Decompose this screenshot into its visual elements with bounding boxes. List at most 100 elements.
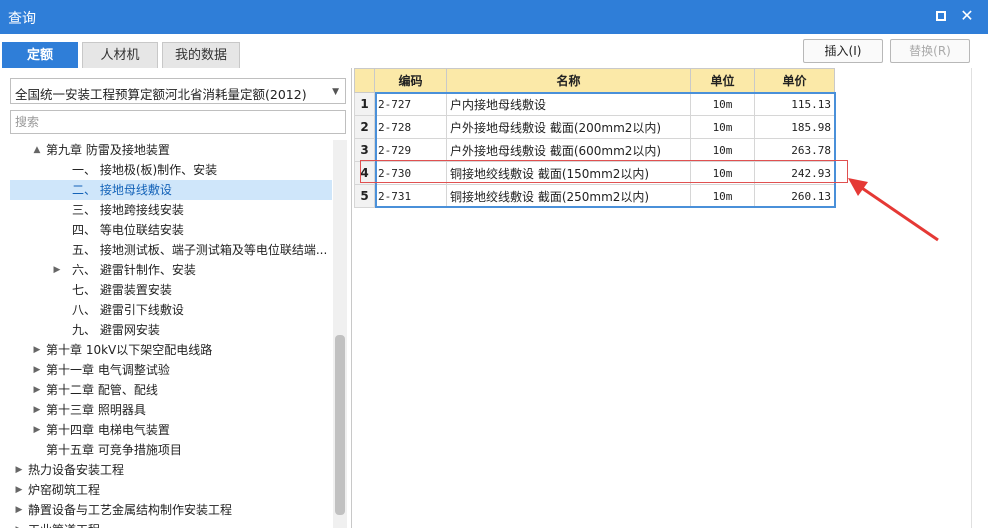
maximize-icon[interactable] — [932, 7, 950, 25]
tree-item[interactable]: ▲ 第九章 防雷及接地装置 — [10, 140, 332, 160]
tree-item[interactable]: ▶ 第十四章 电梯电气装置 — [10, 420, 332, 440]
tree-item[interactable]: 第十五章 可竞争措施项目 — [10, 440, 332, 460]
left-panel: 全国统一安装工程预算定额河北省消耗量定额(2012) ▼ ▲ 第九章 防雷及接地装… — [0, 68, 352, 528]
expand-icon[interactable]: ▶ — [14, 480, 24, 500]
expand-icon[interactable]: ▶ — [32, 380, 42, 400]
table-row[interactable]: 3 2-729 户外接地母线敷设 截面(600mm2以内) 10m 263.78 — [354, 138, 835, 162]
cell-code: 2-729 — [374, 138, 447, 162]
expand-icon[interactable]: ▶ — [52, 260, 62, 280]
tree-item-label: 第十五章 可竞争措施项目 — [46, 443, 182, 457]
tree-item[interactable]: 五、 接地测试板、端子测试箱及等电位联结端... — [10, 240, 332, 260]
tree-item-label: 热力设备安装工程 — [28, 463, 125, 477]
insert-button[interactable]: 插入(I) — [803, 39, 883, 63]
table-row[interactable]: 1 2-727 户内接地母线敷设 10m 115.13 — [354, 92, 835, 116]
title-bar: 查询 ✕ — [0, 0, 988, 34]
tree-item-label: 六、 避雷针制作、安装 — [72, 263, 196, 277]
tree-item-label: 工业管道工程 — [28, 520, 100, 528]
tree-item[interactable]: 一、 接地极(板)制作、安装 — [10, 160, 332, 180]
table-row[interactable]: 2 2-728 户外接地母线敷设 截面(200mm2以内) 10m 185.98 — [354, 115, 835, 139]
cell-unit: 10m — [690, 138, 755, 162]
table-row[interactable]: 5 2-731 铜接地绞线敷设 截面(250mm2以内) 10m 260.13 — [354, 184, 835, 208]
tree-item-label: 静置设备与工艺金属结构制作安装工程 — [28, 503, 233, 517]
row-index: 2 — [354, 115, 375, 139]
cell-unit: 10m — [690, 184, 755, 208]
expand-icon[interactable]: ▶ — [32, 400, 42, 420]
cell-price: 185.98 — [754, 115, 835, 139]
cell-name: 铜接地绞线敷设 截面(150mm2以内) — [446, 161, 691, 185]
header-price: 单价 — [754, 68, 835, 93]
tree-item-label: 八、 避雷引下线敷设 — [72, 303, 184, 317]
library-select-value: 全国统一安装工程预算定额河北省消耗量定额(2012) — [15, 87, 307, 102]
tree-item-label: 九、 避雷网安装 — [72, 323, 160, 337]
cell-price: 263.78 — [754, 138, 835, 162]
cell-name: 户内接地母线敷设 — [446, 92, 691, 116]
replace-button[interactable]: 替换(R) — [890, 39, 970, 63]
tree-item-label: 二、 接地母线敷设 — [72, 183, 172, 197]
tree-item-label: 第十三章 照明器具 — [46, 403, 146, 417]
cell-unit: 10m — [690, 115, 755, 139]
tree-item-label: 第十四章 电梯电气装置 — [46, 423, 170, 437]
tab-my-data[interactable]: 我的数据 — [162, 42, 240, 68]
tree-item[interactable]: ▶ 第十章 10kV以下架空配电线路 — [10, 340, 332, 360]
tree-item-label: 第十章 10kV以下架空配电线路 — [46, 343, 213, 357]
tree-item-label: 七、 避雷装置安装 — [72, 283, 172, 297]
search-input[interactable] — [10, 110, 346, 134]
row-index: 5 — [354, 184, 375, 208]
tree-item[interactable]: ▶ 静置设备与工艺金属结构制作安装工程 — [10, 500, 332, 520]
collapse-icon[interactable]: ▲ — [32, 140, 42, 160]
tree-item[interactable]: ▶ 第十三章 照明器具 — [10, 400, 332, 420]
tree-item-label: 五、 接地测试板、端子测试箱及等电位联结端... — [72, 243, 328, 257]
header-code: 编码 — [374, 68, 447, 93]
library-select[interactable]: 全国统一安装工程预算定额河北省消耗量定额(2012) ▼ — [10, 78, 346, 104]
window-title: 查询 — [8, 11, 36, 27]
result-grid-panel: 编码 名称 单位 单价 1 2-727 户内接地母线敷设 10m 115.13 2 2-72… — [354, 68, 988, 528]
tree-item-label: 第十二章 配管、配线 — [46, 383, 158, 397]
tree-item-label: 三、 接地跨接线安装 — [72, 203, 184, 217]
expand-icon[interactable]: ▶ — [14, 500, 24, 520]
expand-icon[interactable]: ▶ — [14, 460, 24, 480]
row-index: 3 — [354, 138, 375, 162]
cell-code: 2-731 — [374, 184, 447, 208]
tree-item-label: 四、 等电位联结安装 — [72, 223, 184, 237]
cell-price: 242.93 — [754, 161, 835, 185]
annotation-arrow-icon — [848, 178, 939, 242]
tree-item[interactable]: 八、 避雷引下线敷设 — [10, 300, 332, 320]
scrollbar-thumb[interactable] — [335, 335, 345, 515]
header-name: 名称 — [446, 68, 691, 93]
cell-code: 2-730 — [374, 161, 447, 185]
table-row[interactable]: 4 2-730 铜接地绞线敷设 截面(150mm2以内) 10m 242.93 — [354, 161, 835, 185]
expand-icon[interactable]: ▶ — [32, 360, 42, 380]
tree-item-label: 炉窑砌筑工程 — [28, 483, 101, 497]
quota-tree: ▲ 第九章 防雷及接地装置一、 接地极(板)制作、安装二、 接地母线敷设 三、 接地… — [10, 140, 332, 528]
tree-item[interactable]: 九、 避雷网安装 — [10, 320, 332, 340]
expand-icon[interactable]: ▶ — [32, 340, 42, 360]
tree-scrollbar[interactable] — [333, 140, 347, 528]
grid-header-row: 编码 名称 单位 单价 — [354, 68, 835, 93]
cell-name: 铜接地绞线敷设 截面(250mm2以内) — [446, 184, 691, 208]
tree-item[interactable]: 二、 接地母线敷设 — [10, 180, 332, 200]
expand-icon[interactable]: ▶ — [32, 420, 42, 440]
cell-name: 户外接地母线敷设 截面(600mm2以内) — [446, 138, 691, 162]
cell-code: 2-728 — [374, 115, 447, 139]
expand-icon[interactable]: ▶ — [14, 520, 24, 528]
tab-quota[interactable]: 定额 — [2, 42, 78, 68]
tree-item-label: 第十一章 电气调整试验 — [46, 363, 170, 377]
row-index: 1 — [354, 92, 375, 116]
header-index — [354, 68, 375, 93]
tree-item-label: 第九章 防雷及接地装置 — [46, 143, 170, 157]
tree-item[interactable]: ▶ 第十二章 配管、配线 — [10, 380, 332, 400]
cell-price: 115.13 — [754, 92, 835, 116]
tree-item[interactable]: 四、 等电位联结安装 — [10, 220, 332, 240]
close-icon[interactable]: ✕ — [958, 7, 976, 25]
tree-item[interactable]: ▶ 六、 避雷针制作、安装 — [10, 260, 332, 280]
tree-item[interactable]: ▶ 热力设备安装工程 — [10, 460, 332, 480]
tab-labor-material-machine[interactable]: 人材机 — [82, 42, 158, 68]
tree-item[interactable]: ▶ 第十一章 电气调整试验 — [10, 360, 332, 380]
tree-item[interactable]: 三、 接地跨接线安装 — [10, 200, 332, 220]
grid-divider — [971, 68, 972, 528]
tree-item[interactable]: ▶ 工业管道工程 — [10, 520, 332, 528]
tree-item[interactable]: 七、 避雷装置安装 — [10, 280, 332, 300]
cell-code: 2-727 — [374, 92, 447, 116]
cell-unit: 10m — [690, 92, 755, 116]
tree-item[interactable]: ▶ 炉窑砌筑工程 — [10, 480, 332, 500]
